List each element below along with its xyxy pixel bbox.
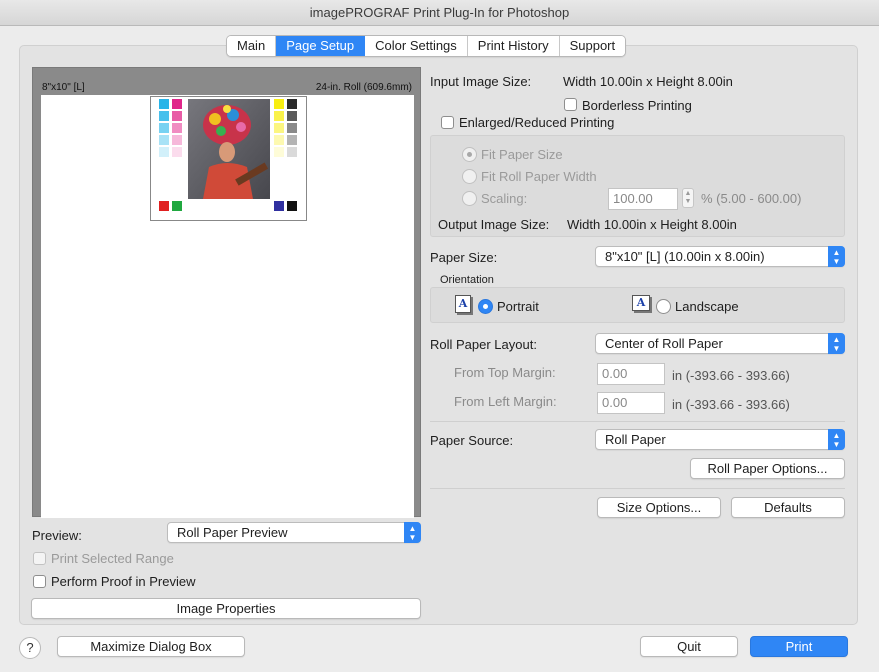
orientation-label: Orientation xyxy=(440,274,494,286)
enlarged-reduced-checkbox[interactable] xyxy=(441,116,454,129)
roll-layout-select[interactable]: Center of Roll Paper ▲ ▼ xyxy=(595,333,845,354)
paper-size-preview-label: 8"x10" [L] xyxy=(42,82,85,93)
output-size-label: Output Image Size: xyxy=(438,217,550,232)
fit-paper-size-label: Fit Paper Size xyxy=(481,147,563,162)
fit-roll-width-label: Fit Roll Paper Width xyxy=(481,169,597,184)
paper-source-value: Roll Paper xyxy=(605,432,666,447)
paper-size-label: Paper Size: xyxy=(430,250,498,265)
print-button[interactable]: Print xyxy=(750,636,848,657)
preview-image-graphic xyxy=(151,97,306,220)
input-size-label: Input Image Size: xyxy=(430,74,532,89)
divider xyxy=(430,488,845,489)
tab-support[interactable]: Support xyxy=(559,36,626,56)
paper-preview xyxy=(41,95,414,518)
landscape-radio[interactable] xyxy=(656,299,671,314)
landscape-icon: A xyxy=(632,295,650,311)
tab-color-settings[interactable]: Color Settings xyxy=(365,36,468,56)
chevron-updown-icon: ▲ ▼ xyxy=(828,246,845,267)
scaling-stepper[interactable]: ▲ ▼ xyxy=(682,188,694,208)
defaults-button[interactable]: Defaults xyxy=(731,497,845,518)
left-margin-label: From Left Margin: xyxy=(454,394,557,409)
tab-print-history[interactable]: Print History xyxy=(467,36,560,56)
fit-roll-width-radio[interactable] xyxy=(462,169,477,184)
size-options-button[interactable]: Size Options... xyxy=(597,497,721,518)
top-margin-label: From Top Margin: xyxy=(454,365,556,380)
chevron-updown-icon: ▲ ▼ xyxy=(828,429,845,450)
help-icon[interactable]: ? xyxy=(19,637,41,659)
top-margin-range: in (-393.66 - 393.66) xyxy=(672,368,790,383)
preview-area: 8"x10" [L] 24-in. Roll (609.6mm) xyxy=(32,67,421,518)
scaling-radio[interactable] xyxy=(462,191,477,206)
borderless-label: Borderless Printing xyxy=(582,98,692,113)
roll-layout-label: Roll Paper Layout: xyxy=(430,337,537,352)
roll-size-preview-label: 24-in. Roll (609.6mm) xyxy=(315,82,412,93)
chevron-updown-icon: ▲ ▼ xyxy=(404,522,421,543)
maximize-dialog-button[interactable]: Maximize Dialog Box xyxy=(57,636,245,657)
paper-size-select[interactable]: 8"x10" [L] (10.00in x 8.00in) ▲ ▼ xyxy=(595,246,845,267)
landscape-label: Landscape xyxy=(675,299,739,314)
scaling-input[interactable]: 100.00 xyxy=(608,188,678,210)
output-size-value: Width 10.00in x Height 8.00in xyxy=(567,217,737,232)
image-properties-button[interactable]: Image Properties xyxy=(31,598,421,619)
input-size-value: Width 10.00in x Height 8.00in xyxy=(563,74,733,89)
preview-mode-select[interactable]: Roll Paper Preview ▲ ▼ xyxy=(167,522,421,543)
divider xyxy=(430,421,845,422)
preview-label: Preview: xyxy=(32,528,82,543)
borderless-checkbox[interactable] xyxy=(564,98,577,111)
roll-paper-options-button[interactable]: Roll Paper Options... xyxy=(690,458,845,479)
fit-paper-size-radio[interactable] xyxy=(462,147,477,162)
tab-main[interactable]: Main xyxy=(227,36,277,56)
perform-proof-label: Perform Proof in Preview xyxy=(51,574,196,589)
scaling-range: % (5.00 - 600.00) xyxy=(701,191,802,206)
window-title: imagePROGRAF Print Plug-In for Photoshop xyxy=(0,0,879,26)
print-selected-range-checkbox[interactable] xyxy=(33,552,46,565)
enlarged-reduced-label: Enlarged/Reduced Printing xyxy=(459,115,615,130)
portrait-radio[interactable] xyxy=(478,299,493,314)
paper-source-label: Paper Source: xyxy=(430,433,514,448)
image-preview xyxy=(150,96,307,221)
perform-proof-checkbox[interactable] xyxy=(33,575,46,588)
preview-mode-value: Roll Paper Preview xyxy=(177,525,288,540)
tab-bar: Main Page Setup Color Settings Print His… xyxy=(226,35,627,57)
left-margin-range: in (-393.66 - 393.66) xyxy=(672,397,790,412)
print-selected-range-label: Print Selected Range xyxy=(51,551,174,566)
scaling-label: Scaling: xyxy=(481,191,528,206)
roll-layout-value: Center of Roll Paper xyxy=(605,336,723,351)
paper-size-value: 8"x10" [L] (10.00in x 8.00in) xyxy=(605,249,765,264)
portrait-label: Portrait xyxy=(497,299,539,314)
tab-page-setup[interactable]: Page Setup xyxy=(276,36,366,56)
portrait-icon: A xyxy=(455,295,471,313)
chevron-updown-icon: ▲ ▼ xyxy=(828,333,845,354)
left-margin-input[interactable]: 0.00 xyxy=(597,392,665,414)
paper-source-select[interactable]: Roll Paper ▲ ▼ xyxy=(595,429,845,450)
quit-button[interactable]: Quit xyxy=(640,636,738,657)
top-margin-input[interactable]: 0.00 xyxy=(597,363,665,385)
